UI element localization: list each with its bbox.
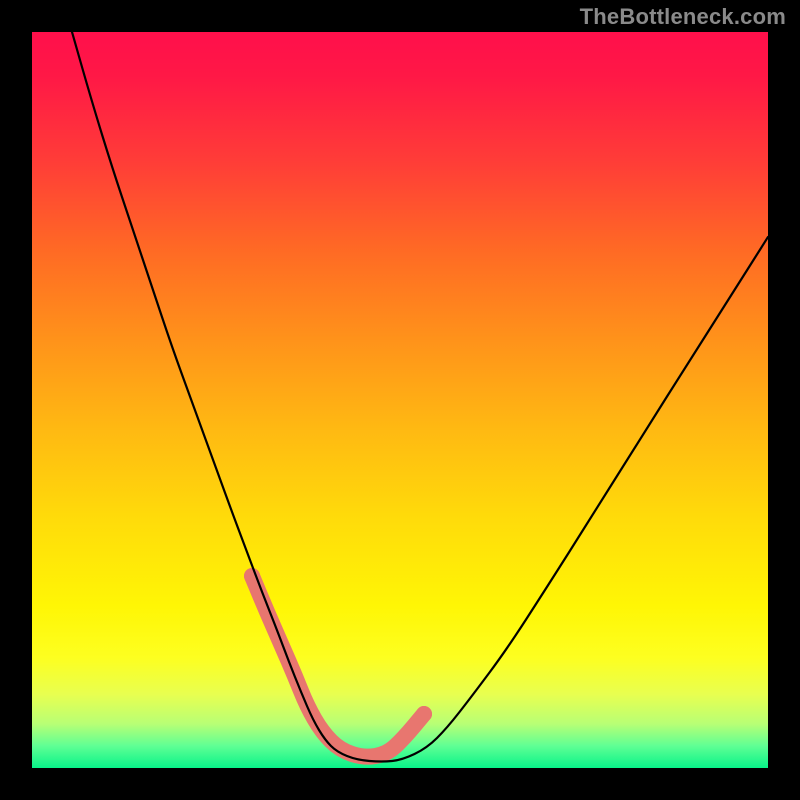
highlight-band xyxy=(252,576,424,757)
plot-area xyxy=(32,32,768,768)
watermark-text: TheBottleneck.com xyxy=(580,4,786,30)
highlight-cap-end xyxy=(416,706,432,722)
bottleneck-curve xyxy=(72,32,768,762)
curve-layer xyxy=(32,32,768,768)
frame: TheBottleneck.com xyxy=(0,0,800,800)
